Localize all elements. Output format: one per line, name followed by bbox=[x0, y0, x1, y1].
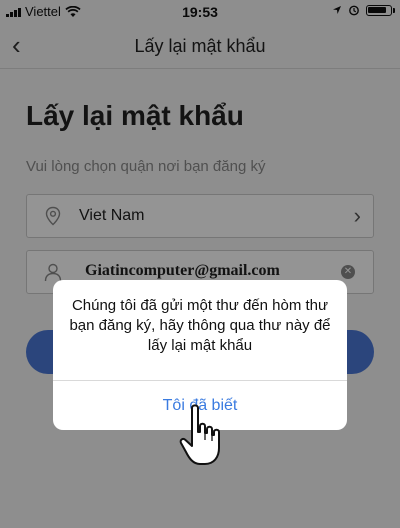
screen: Viettel 19:53 ‹ Lấy lại mật khẩu Lấy lại… bbox=[0, 0, 400, 528]
dialog-message: Chúng tôi đã gửi một thư đến hòm thư bạn… bbox=[69, 297, 331, 354]
pointing-hand-icon bbox=[179, 404, 220, 465]
